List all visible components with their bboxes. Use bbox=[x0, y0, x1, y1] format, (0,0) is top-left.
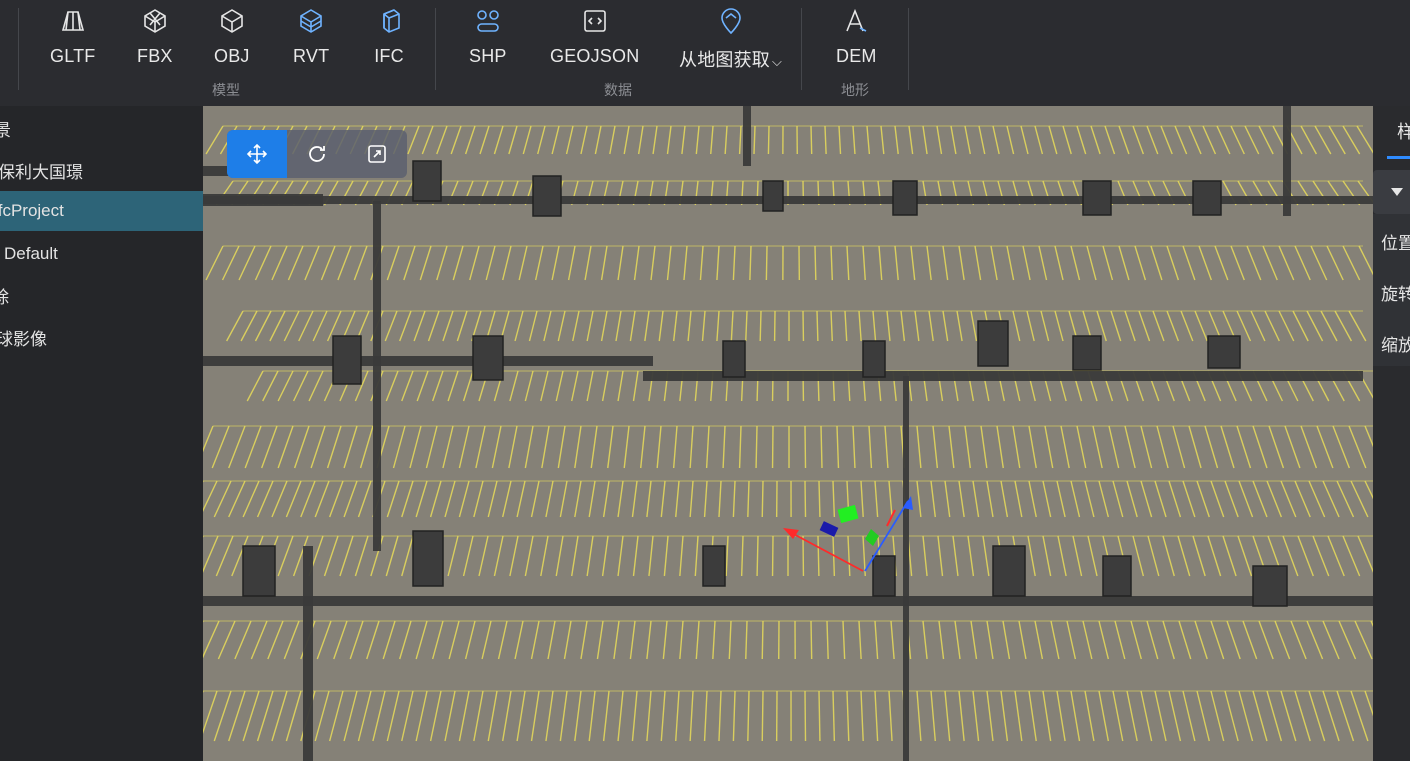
properties-panel: 样 位置 旋转 缩放 bbox=[1373, 106, 1410, 761]
stair-core bbox=[977, 320, 1009, 367]
gltf-label: GLTF bbox=[50, 46, 96, 66]
dem-icon bbox=[841, 6, 871, 36]
structural-wall bbox=[303, 546, 313, 761]
get-from-map-button[interactable]: 从地图获取 ⌵ bbox=[679, 6, 782, 72]
import-shp-button[interactable]: SHP bbox=[469, 6, 507, 67]
gltf-icon bbox=[58, 6, 88, 36]
toolbar-divider bbox=[435, 8, 436, 90]
structural-wall bbox=[903, 376, 909, 761]
tree-item-default[interactable]: Default bbox=[0, 234, 203, 274]
tab-style[interactable]: 样 bbox=[1397, 118, 1410, 144]
stair-core bbox=[412, 530, 444, 587]
stair-core bbox=[1207, 335, 1241, 369]
stair-core bbox=[892, 180, 918, 216]
stair-core bbox=[1102, 555, 1132, 597]
stair-core bbox=[412, 160, 442, 202]
structural-wall bbox=[203, 596, 1373, 606]
structural-wall bbox=[373, 201, 381, 551]
toolbar-divider bbox=[908, 8, 909, 90]
geojson-icon bbox=[580, 6, 610, 36]
stair-core bbox=[862, 340, 886, 378]
import-obj-button[interactable]: OBJ bbox=[214, 6, 250, 67]
group-label-data: 数据 bbox=[604, 82, 632, 98]
tree-item-label: IfcProject bbox=[0, 201, 64, 220]
rvt-icon bbox=[296, 6, 326, 36]
toolbar-divider bbox=[801, 8, 802, 90]
stair-core bbox=[722, 340, 746, 378]
stair-core bbox=[242, 545, 276, 597]
get-from-map-label: 从地图获取 bbox=[679, 50, 770, 70]
structural-wall bbox=[203, 194, 323, 206]
get-from-map-label-wrap: 从地图获取 ⌵ bbox=[679, 46, 782, 72]
structural-wall bbox=[1283, 106, 1291, 216]
stair-core bbox=[992, 545, 1026, 597]
group-label-model: 模型 bbox=[212, 82, 240, 98]
tree-item-globe-imagery[interactable]: 球影像 bbox=[0, 317, 203, 357]
tree-item-label: Default bbox=[4, 244, 58, 263]
rotate-tool-button[interactable] bbox=[287, 130, 347, 178]
import-dem-button[interactable]: DEM bbox=[836, 6, 877, 67]
stair-core bbox=[702, 545, 726, 587]
parking-garage-model[interactable] bbox=[203, 106, 1373, 761]
chevron-down-icon[interactable]: ⌵ bbox=[772, 54, 782, 69]
scale-tool-button[interactable] bbox=[347, 130, 407, 178]
caret-down-icon bbox=[1391, 188, 1403, 196]
transform-properties: 位置 旋转 缩放 bbox=[1373, 214, 1410, 366]
stair-core bbox=[1082, 180, 1112, 216]
structural-wall bbox=[643, 371, 1363, 381]
tree-item-scene[interactable]: 景 bbox=[0, 108, 203, 148]
scale-icon bbox=[368, 145, 386, 163]
3d-viewport[interactable] bbox=[203, 106, 1373, 761]
obj-label: OBJ bbox=[214, 46, 250, 66]
fbx-label: FBX bbox=[137, 46, 173, 66]
top-toolbar: GLTF FBX OBJ RVT IFC 模型 SHP GEOJSON 从地图获… bbox=[0, 0, 1410, 106]
stair-core bbox=[472, 335, 504, 381]
stair-core bbox=[762, 180, 784, 212]
prop-rotation-label: 旋转 bbox=[1381, 285, 1410, 304]
geojson-label: GEOJSON bbox=[550, 46, 640, 66]
structural-wall bbox=[743, 106, 751, 166]
transform-toolbar bbox=[227, 130, 407, 178]
stair-core bbox=[872, 555, 896, 597]
rvt-label: RVT bbox=[293, 46, 330, 66]
shp-icon bbox=[473, 6, 503, 36]
move-tool-button[interactable] bbox=[227, 130, 287, 178]
toolbar-divider bbox=[18, 8, 19, 90]
ifc-icon bbox=[374, 6, 404, 36]
tree-item-label: 除 bbox=[0, 287, 9, 307]
stair-core bbox=[332, 335, 362, 385]
stair-core bbox=[1252, 565, 1288, 607]
shp-label: SHP bbox=[469, 46, 507, 66]
tree-item-label: 景 bbox=[0, 120, 11, 140]
import-rvt-button[interactable]: RVT bbox=[293, 6, 329, 67]
rotate-icon bbox=[309, 146, 325, 162]
move-icon bbox=[246, 143, 268, 165]
collapse-toggle[interactable] bbox=[1373, 170, 1410, 214]
stair-core bbox=[1072, 335, 1102, 371]
structural-wall bbox=[203, 356, 653, 366]
tree-item-label: 保利大国璟 bbox=[0, 162, 83, 182]
import-gltf-button[interactable]: GLTF bbox=[50, 6, 95, 67]
import-ifc-button[interactable]: IFC bbox=[374, 6, 404, 67]
tree-item-ifcproject[interactable]: IfcProject bbox=[0, 191, 203, 231]
group-label-terrain: 地形 bbox=[841, 82, 869, 98]
import-geojson-button[interactable]: GEOJSON bbox=[550, 6, 639, 67]
tree-item-poly-project[interactable]: 保利大国璟 bbox=[0, 150, 203, 190]
dem-label: DEM bbox=[836, 46, 877, 66]
obj-icon bbox=[217, 6, 247, 36]
map-pin-icon bbox=[716, 6, 746, 36]
prop-position-label: 位置 bbox=[1381, 234, 1410, 253]
import-fbx-button[interactable]: FBX bbox=[137, 6, 173, 67]
tree-item-removed[interactable]: 除 bbox=[0, 275, 203, 315]
prop-scale-label: 缩放 bbox=[1381, 336, 1410, 355]
ifc-label: IFC bbox=[374, 46, 404, 66]
fbx-icon bbox=[140, 6, 170, 36]
active-tab-indicator bbox=[1387, 156, 1410, 159]
stair-core bbox=[532, 175, 562, 217]
tree-item-label: 球影像 bbox=[0, 329, 47, 349]
scene-tree-panel: 景 保利大国璟 IfcProject Default 除 球影像 bbox=[0, 106, 203, 761]
stair-core bbox=[1192, 180, 1222, 216]
